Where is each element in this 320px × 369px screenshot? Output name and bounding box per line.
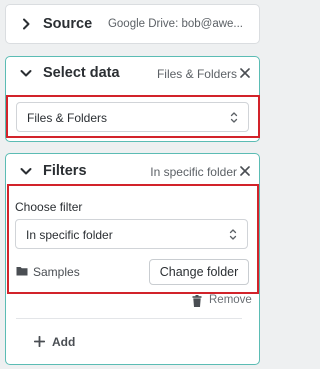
filters-step-summary: In specific folder xyxy=(150,165,237,179)
close-icon[interactable] xyxy=(240,68,250,78)
filters-divider xyxy=(16,318,242,319)
filters-step-header[interactable]: Filters In specific folder xyxy=(6,154,259,188)
filters-step-title: Filters xyxy=(43,163,87,179)
close-icon[interactable] xyxy=(240,166,250,176)
chevron-right-icon xyxy=(23,18,30,30)
source-step-card[interactable]: Source Google Drive: bob@awe... xyxy=(5,4,260,44)
highlight-box-filter xyxy=(7,184,259,294)
source-step-header[interactable]: Source Google Drive: bob@awe... xyxy=(6,5,259,39)
remove-filter-label: Remove xyxy=(209,294,252,306)
source-step-title: Source xyxy=(43,16,93,32)
select-data-step-header[interactable]: Select data Files & Folders xyxy=(6,57,259,91)
source-step-summary: Google Drive: bob@awe... xyxy=(107,18,243,30)
plus-icon xyxy=(34,336,45,347)
chevron-down-icon xyxy=(20,168,32,175)
chevron-down-icon xyxy=(20,70,32,77)
trash-icon xyxy=(192,295,202,307)
select-data-step-title: Select data xyxy=(43,65,120,81)
add-filter-label: Add xyxy=(52,335,76,349)
highlight-box-select-data xyxy=(6,95,260,138)
select-data-step-summary: Files & Folders xyxy=(156,67,237,81)
